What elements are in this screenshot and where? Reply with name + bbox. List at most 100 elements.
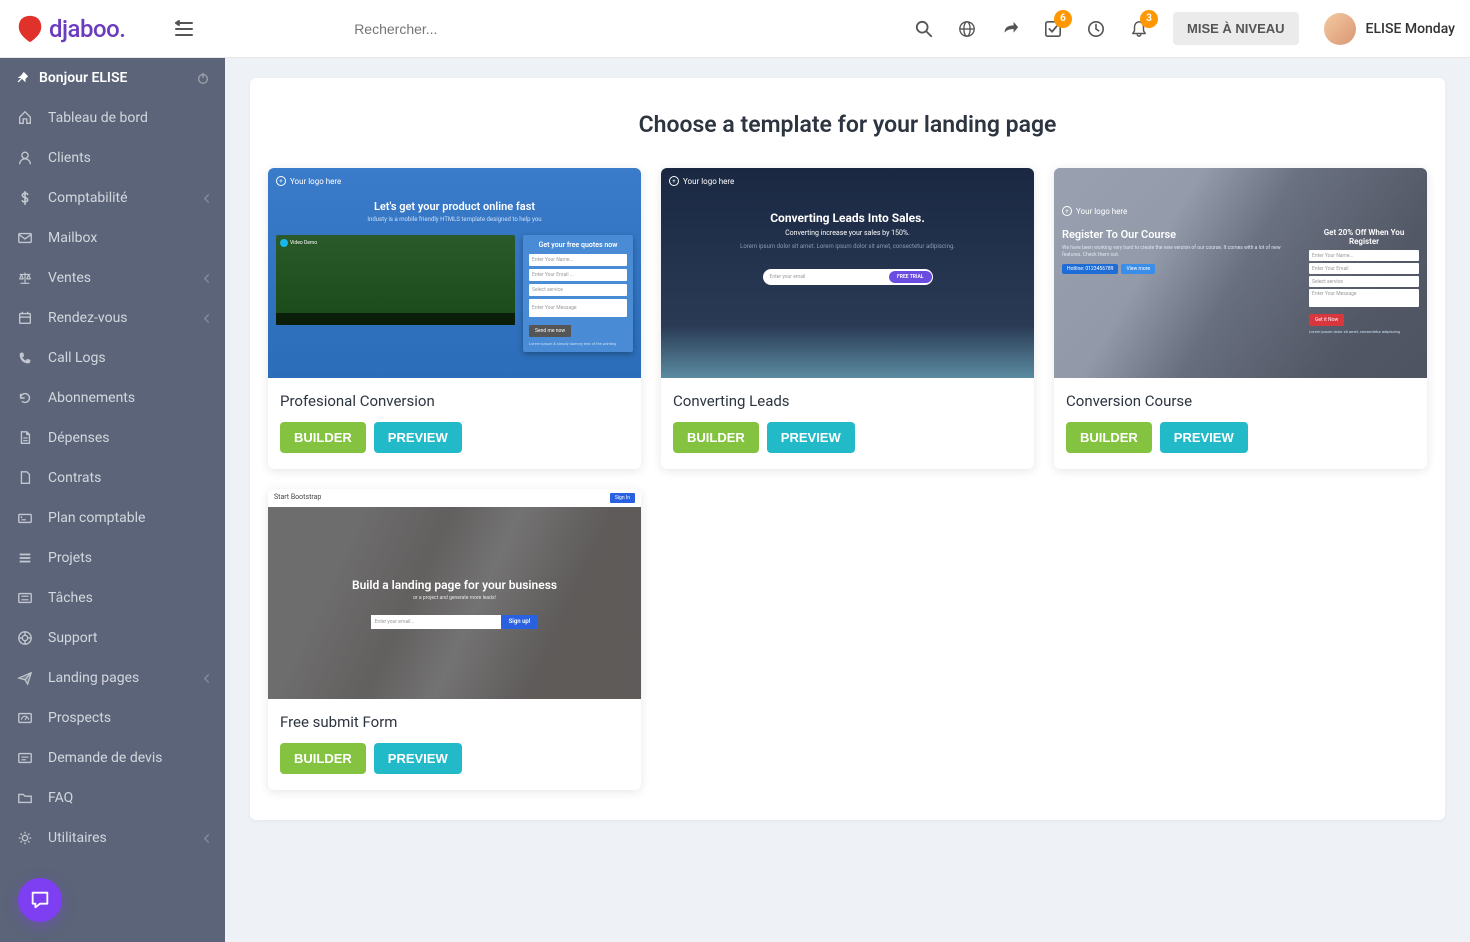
dollar-icon bbox=[15, 189, 35, 207]
template-actions: BUILDER PREVIEW bbox=[280, 422, 629, 453]
refresh-icon bbox=[15, 389, 35, 407]
sidebar-item-label: Prospects bbox=[48, 710, 111, 726]
sidebar-item[interactable]: Landing pages bbox=[0, 658, 225, 698]
doc-icon bbox=[15, 469, 35, 487]
template-card: +Your logo here Let's get your product o… bbox=[268, 168, 641, 469]
preview-button[interactable]: PREVIEW bbox=[1160, 422, 1248, 453]
logo-text: djaboo. bbox=[49, 15, 125, 43]
sidebar-item-label: Landing pages bbox=[48, 670, 139, 686]
header-actions: 6 3 MISE À NIVEAU ELISE Monday bbox=[915, 12, 1455, 45]
chat-icon bbox=[29, 889, 51, 911]
greeting-text: Bonjour ELISE bbox=[39, 70, 127, 86]
sidebar-item-label: FAQ bbox=[48, 790, 73, 806]
gear-icon bbox=[15, 829, 35, 847]
builder-button[interactable]: BUILDER bbox=[280, 743, 366, 774]
power-icon[interactable] bbox=[196, 71, 210, 85]
chevron-left-icon bbox=[203, 193, 210, 204]
page-title: Choose a template for your landing page bbox=[268, 111, 1427, 138]
logo[interactable]: djaboo. bbox=[15, 14, 125, 44]
sidebar-item[interactable]: Prospects bbox=[0, 698, 225, 738]
template-body: Free submit FormBUILDERPREVIEW bbox=[268, 699, 641, 790]
notifications-badge: 3 bbox=[1140, 10, 1158, 28]
calendar-icon bbox=[15, 309, 35, 327]
chevron-left-icon bbox=[203, 833, 210, 844]
template-body: Conversion Course BUILDER PREVIEW bbox=[1054, 378, 1427, 469]
search-wrap bbox=[213, 13, 915, 45]
sidebar-item[interactable]: Plan comptable bbox=[0, 498, 225, 538]
chevron-left-icon bbox=[203, 313, 210, 324]
list-icon bbox=[15, 589, 35, 607]
phone-icon bbox=[15, 349, 35, 367]
sidebar-item[interactable]: Projets bbox=[0, 538, 225, 578]
sidebar-item-label: Projets bbox=[48, 550, 92, 566]
template-actions: BUILDER PREVIEW bbox=[1066, 422, 1415, 453]
template-name: Conversion Course bbox=[1066, 392, 1415, 410]
sidebar-item[interactable]: Utilitaires bbox=[0, 818, 225, 858]
chat-bubble[interactable] bbox=[18, 878, 62, 922]
notifications-button[interactable]: 3 bbox=[1130, 20, 1148, 38]
header: djaboo. 6 3 MISE À NIVEAU ELISE Mond bbox=[0, 0, 1470, 58]
template-thumbnail: +Your logo here Let's get your product o… bbox=[268, 168, 641, 378]
template-card: +Your logo here Converting Leads Into Sa… bbox=[661, 168, 1034, 469]
card-icon bbox=[15, 509, 35, 527]
menu-toggle[interactable] bbox=[175, 20, 193, 38]
upgrade-button[interactable]: MISE À NIVEAU bbox=[1173, 12, 1299, 45]
sidebar-item[interactable]: Call Logs bbox=[0, 338, 225, 378]
globe-button[interactable] bbox=[958, 20, 976, 38]
globe-icon bbox=[958, 20, 976, 38]
builder-button[interactable]: BUILDER bbox=[1066, 422, 1152, 453]
sidebar-item[interactable]: Abonnements bbox=[0, 378, 225, 418]
sidebar-item[interactable]: Comptabilité bbox=[0, 178, 225, 218]
user-name: ELISE Monday bbox=[1366, 21, 1455, 37]
sidebar-item[interactable]: Support bbox=[0, 618, 225, 658]
preview-button[interactable]: PREVIEW bbox=[374, 743, 462, 774]
user-menu[interactable]: ELISE Monday bbox=[1324, 13, 1455, 45]
template-body: Converting Leads BUILDER PREVIEW bbox=[661, 378, 1034, 469]
sidebar-item[interactable]: Tableau de bord bbox=[0, 98, 225, 138]
sidebar-item-label: Comptabilité bbox=[48, 190, 128, 206]
sidebar-item[interactable]: Mailbox bbox=[0, 218, 225, 258]
sidebar-item-label: Tâches bbox=[48, 590, 93, 606]
template-card: +Your logo here Register To Our Course W… bbox=[1054, 168, 1427, 469]
scale-icon bbox=[15, 269, 35, 287]
builder-button[interactable]: BUILDER bbox=[673, 422, 759, 453]
pin-icon bbox=[15, 71, 29, 85]
sidebar: Bonjour ELISE Tableau de bord Clients Comp… bbox=[0, 58, 225, 942]
sidebar-item-label: Dépenses bbox=[48, 430, 110, 446]
sidebar-item[interactable]: Demande de devis bbox=[0, 738, 225, 778]
preview-button[interactable]: PREVIEW bbox=[767, 422, 855, 453]
sidebar-item-label: Utilitaires bbox=[48, 830, 107, 846]
clock-button[interactable] bbox=[1087, 20, 1105, 38]
sidebar-item-label: Clients bbox=[48, 150, 91, 166]
template-name: Converting Leads bbox=[673, 392, 1022, 410]
sidebar-item[interactable]: Tâches bbox=[0, 578, 225, 618]
sidebar-item[interactable]: Ventes bbox=[0, 258, 225, 298]
templates-grid: +Your logo here Let's get your product o… bbox=[268, 168, 1427, 790]
template-thumbnail: +Your logo here Converting Leads Into Sa… bbox=[661, 168, 1034, 378]
builder-button[interactable]: BUILDER bbox=[280, 422, 366, 453]
sidebar-item[interactable]: Rendez-vous bbox=[0, 298, 225, 338]
template-actions: BUILDER PREVIEW bbox=[280, 743, 629, 774]
sidebar-item[interactable]: Contrats bbox=[0, 458, 225, 498]
template-thumbnail: +Your logo here Register To Our Course W… bbox=[1054, 168, 1427, 378]
clock-icon bbox=[1087, 20, 1105, 38]
logo-pick-icon bbox=[15, 14, 45, 44]
mail-icon bbox=[15, 229, 35, 247]
search-icon-button[interactable] bbox=[915, 20, 933, 38]
sidebar-item[interactable]: Clients bbox=[0, 138, 225, 178]
search-input[interactable] bbox=[354, 13, 774, 45]
quote-icon bbox=[15, 749, 35, 767]
home-icon bbox=[15, 109, 35, 127]
life-icon bbox=[15, 629, 35, 647]
main: Choose a template for your landing page … bbox=[225, 58, 1470, 942]
sidebar-item-label: Plan comptable bbox=[48, 510, 145, 526]
tasks-button[interactable]: 6 bbox=[1044, 20, 1062, 38]
sidebar-item[interactable]: Dépenses bbox=[0, 418, 225, 458]
sidebar-item[interactable]: FAQ bbox=[0, 778, 225, 818]
sidebar-item-label: Mailbox bbox=[48, 230, 97, 246]
share-button[interactable] bbox=[1001, 20, 1019, 38]
template-name: Profesional Conversion bbox=[280, 392, 629, 410]
template-thumbnail: Start BootstrapSign In Build a landing p… bbox=[268, 489, 641, 699]
sidebar-item-label: Tableau de bord bbox=[48, 110, 148, 126]
preview-button[interactable]: PREVIEW bbox=[374, 422, 462, 453]
